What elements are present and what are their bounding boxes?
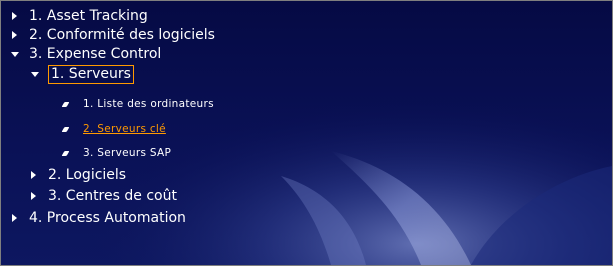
bullet-icon <box>61 101 70 107</box>
navigation-tree: 1. Asset Tracking 2. Conformité des logi… <box>0 0 613 266</box>
tree-item-process-automation[interactable]: 4. Process Automation <box>12 208 186 228</box>
tree-item-label: 1. Liste des ordinateurs <box>83 98 214 110</box>
triangle-right-icon[interactable] <box>12 12 17 20</box>
tree-item-label: 3. Centres de coût <box>48 188 177 204</box>
bullet-icon <box>61 150 70 156</box>
tree-item-asset-tracking[interactable]: 1. Asset Tracking <box>12 6 148 26</box>
tree-item-serveurs[interactable]: 1. Serveurs <box>31 64 134 84</box>
tree-item-label: 2. Logiciels <box>48 167 127 183</box>
tree-item-liste-des-ordinateurs[interactable]: 1. Liste des ordinateurs <box>61 94 214 114</box>
tree-item-serveurs-cle[interactable]: 2. Serveurs clé <box>61 119 166 139</box>
tree-item-conformite-des-logiciels[interactable]: 2. Conformité des logiciels <box>12 25 215 45</box>
bullet-icon <box>61 126 70 132</box>
tree-item-label: 4. Process Automation <box>29 210 186 226</box>
tree-item-label: 1. Asset Tracking <box>29 8 148 24</box>
triangle-down-icon[interactable] <box>11 51 19 57</box>
tree-item-label: 2. Conformité des logiciels <box>29 27 215 43</box>
triangle-right-icon[interactable] <box>12 31 17 39</box>
tree-item-expense-control[interactable]: 3. Expense Control <box>11 44 161 64</box>
tree-item-label: 3. Serveurs SAP <box>83 147 172 159</box>
tree-item-label: 3. Expense Control <box>29 46 162 62</box>
tree-item-centres-de-cout[interactable]: 3. Centres de coût <box>31 186 177 206</box>
triangle-right-icon[interactable] <box>31 171 36 179</box>
triangle-right-icon[interactable] <box>31 192 36 200</box>
selected-node-label: 1. Serveurs <box>48 64 134 84</box>
current-page-link[interactable]: 2. Serveurs clé <box>83 123 166 135</box>
tree-item-serveurs-sap[interactable]: 3. Serveurs SAP <box>61 143 172 163</box>
triangle-down-icon[interactable] <box>31 71 39 77</box>
triangle-right-icon[interactable] <box>12 214 17 222</box>
tree-item-logiciels[interactable]: 2. Logiciels <box>31 165 126 185</box>
